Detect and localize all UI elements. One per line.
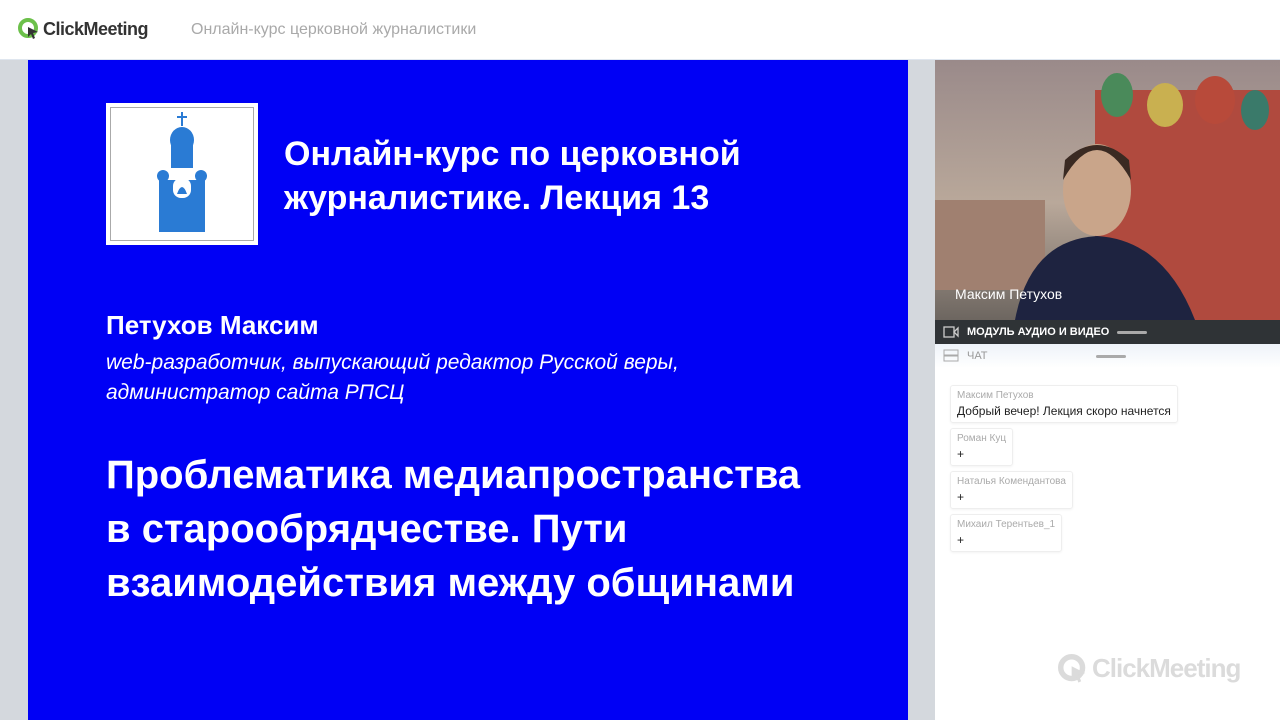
chat-message: Михаил Терентьев_1 + [950, 514, 1063, 552]
presentation-area: Онлайн-курс по церковной журналистике. Л… [0, 60, 935, 720]
top-bar: ClickMeeting Онлайн-курс церковной журна… [0, 0, 1280, 60]
church-logo [106, 103, 258, 245]
slide-topic: Проблематика медиапространства в старооб… [106, 453, 801, 605]
av-module-label: МОДУЛЬ АУДИО И ВИДЕО [967, 326, 1110, 338]
minimize-chat-button[interactable] [1095, 354, 1126, 358]
camera-icon [943, 326, 959, 338]
slide: Онлайн-курс по церковной журналистике. Л… [28, 60, 908, 720]
chat-message: Роман Куц + [950, 428, 1014, 466]
chat-header[interactable]: ЧАТ [935, 344, 1280, 368]
clickmeeting-logo-icon [18, 18, 38, 39]
clickmeeting-watermark: ClickMeeting [1058, 653, 1241, 684]
presenter-name: Максим Петухов [955, 286, 1063, 302]
chat-icon [943, 349, 959, 362]
watermark-logo-icon [1058, 653, 1086, 683]
av-module-header[interactable]: МОДУЛЬ АУДИО И ВИДЕО [935, 320, 1280, 344]
logo-text: ClickMeeting [43, 18, 149, 39]
chat-label: ЧАТ [967, 350, 988, 362]
minimize-av-button[interactable] [1117, 330, 1148, 334]
webinar-title: Онлайн-курс церковной журналистики [191, 21, 477, 38]
clickmeeting-logo[interactable]: ClickMeeting [18, 18, 149, 40]
slide-author: Петухов Максим [106, 310, 319, 340]
video-background [935, 73, 1280, 320]
church-icon [157, 112, 207, 232]
side-panel: Максим Петухов МОДУЛЬ АУДИО И ВИДЕО ЧАТ … [935, 60, 1280, 720]
presenter-video: Максим Петухов [935, 60, 1280, 320]
chat-message: Максим Петухов Добрый вечер! Лекция скоро… [950, 385, 1178, 423]
slide-author-role: web-разработчик, выпускающий редактор Ру… [106, 351, 679, 404]
chat-message: Наталья Комендантова + [950, 471, 1073, 509]
slide-title: Онлайн-курс по церковной журналистике. Л… [284, 135, 741, 217]
chat-messages: Максим Петухов Добрый вечер! Лекция скоро… [950, 385, 1178, 552]
